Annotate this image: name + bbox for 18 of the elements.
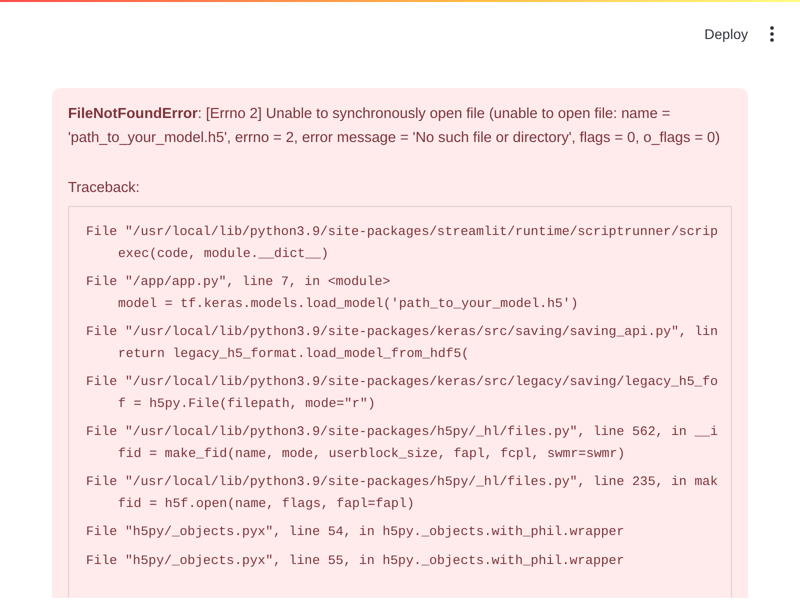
error-message: FileNotFoundError: [Errno 2] Unable to synchronously open file (unable to open file: name = 'path_to_your_model.h5', errno = 2, error message = 'No such file or directory', flags = 0, o_flags = 0)	[68, 105, 721, 148]
traceback-location: File "/usr/local/lib/python3.9/site-packages/keras/src/saving/saving_api.py", lin	[86, 323, 718, 341]
traceback-code-line: f = h5py.File(filepath, mode="r")	[118, 394, 376, 412]
traceback-location: File "/app/app.py", line 7, in <module>	[86, 273, 390, 291]
traceback-code-line: fid = h5f.open(name, flags, fapl=fapl)	[118, 494, 414, 512]
traceback-code-line: exec(code, module.__dict__)	[118, 244, 329, 262]
menu-icon[interactable]	[770, 26, 774, 42]
deploy-button[interactable]: Deploy	[696, 20, 756, 48]
traceback-location: File "h5py/_objects.pyx", line 55, in h5py._objects.with_phil.wrapper	[86, 552, 624, 570]
traceback-label: Traceback:	[68, 179, 140, 198]
traceback-code-line: fid = make_fid(name, mode, userblock_size, fapl, fcpl, swmr=swmr)	[118, 444, 626, 462]
traceback-location: File "h5py/_objects.pyx", line 54, in h5py._objects.with_phil.wrapper	[86, 523, 624, 541]
traceback-location: File "/usr/local/lib/python3.9/site-packages/h5py/_hl/files.py", line 562, in __i	[86, 423, 718, 441]
traceback-code-line: model = tf.keras.models.load_model('path_to_your_model.h5')	[118, 294, 578, 312]
traceback-code-line: return legacy_h5_format.load_model_from_hdf5(	[118, 344, 470, 362]
traceback-location: File "/usr/local/lib/python3.9/site-packages/keras/src/legacy/saving/legacy_h5_fo	[86, 373, 718, 391]
traceback-location: File "/usr/local/lib/python3.9/site-packages/h5py/_hl/files.py", line 235, in mak	[86, 473, 718, 491]
traceback-location: File "/usr/local/lib/python3.9/site-packages/streamlit/runtime/scriptrunner/scrip	[86, 223, 718, 241]
